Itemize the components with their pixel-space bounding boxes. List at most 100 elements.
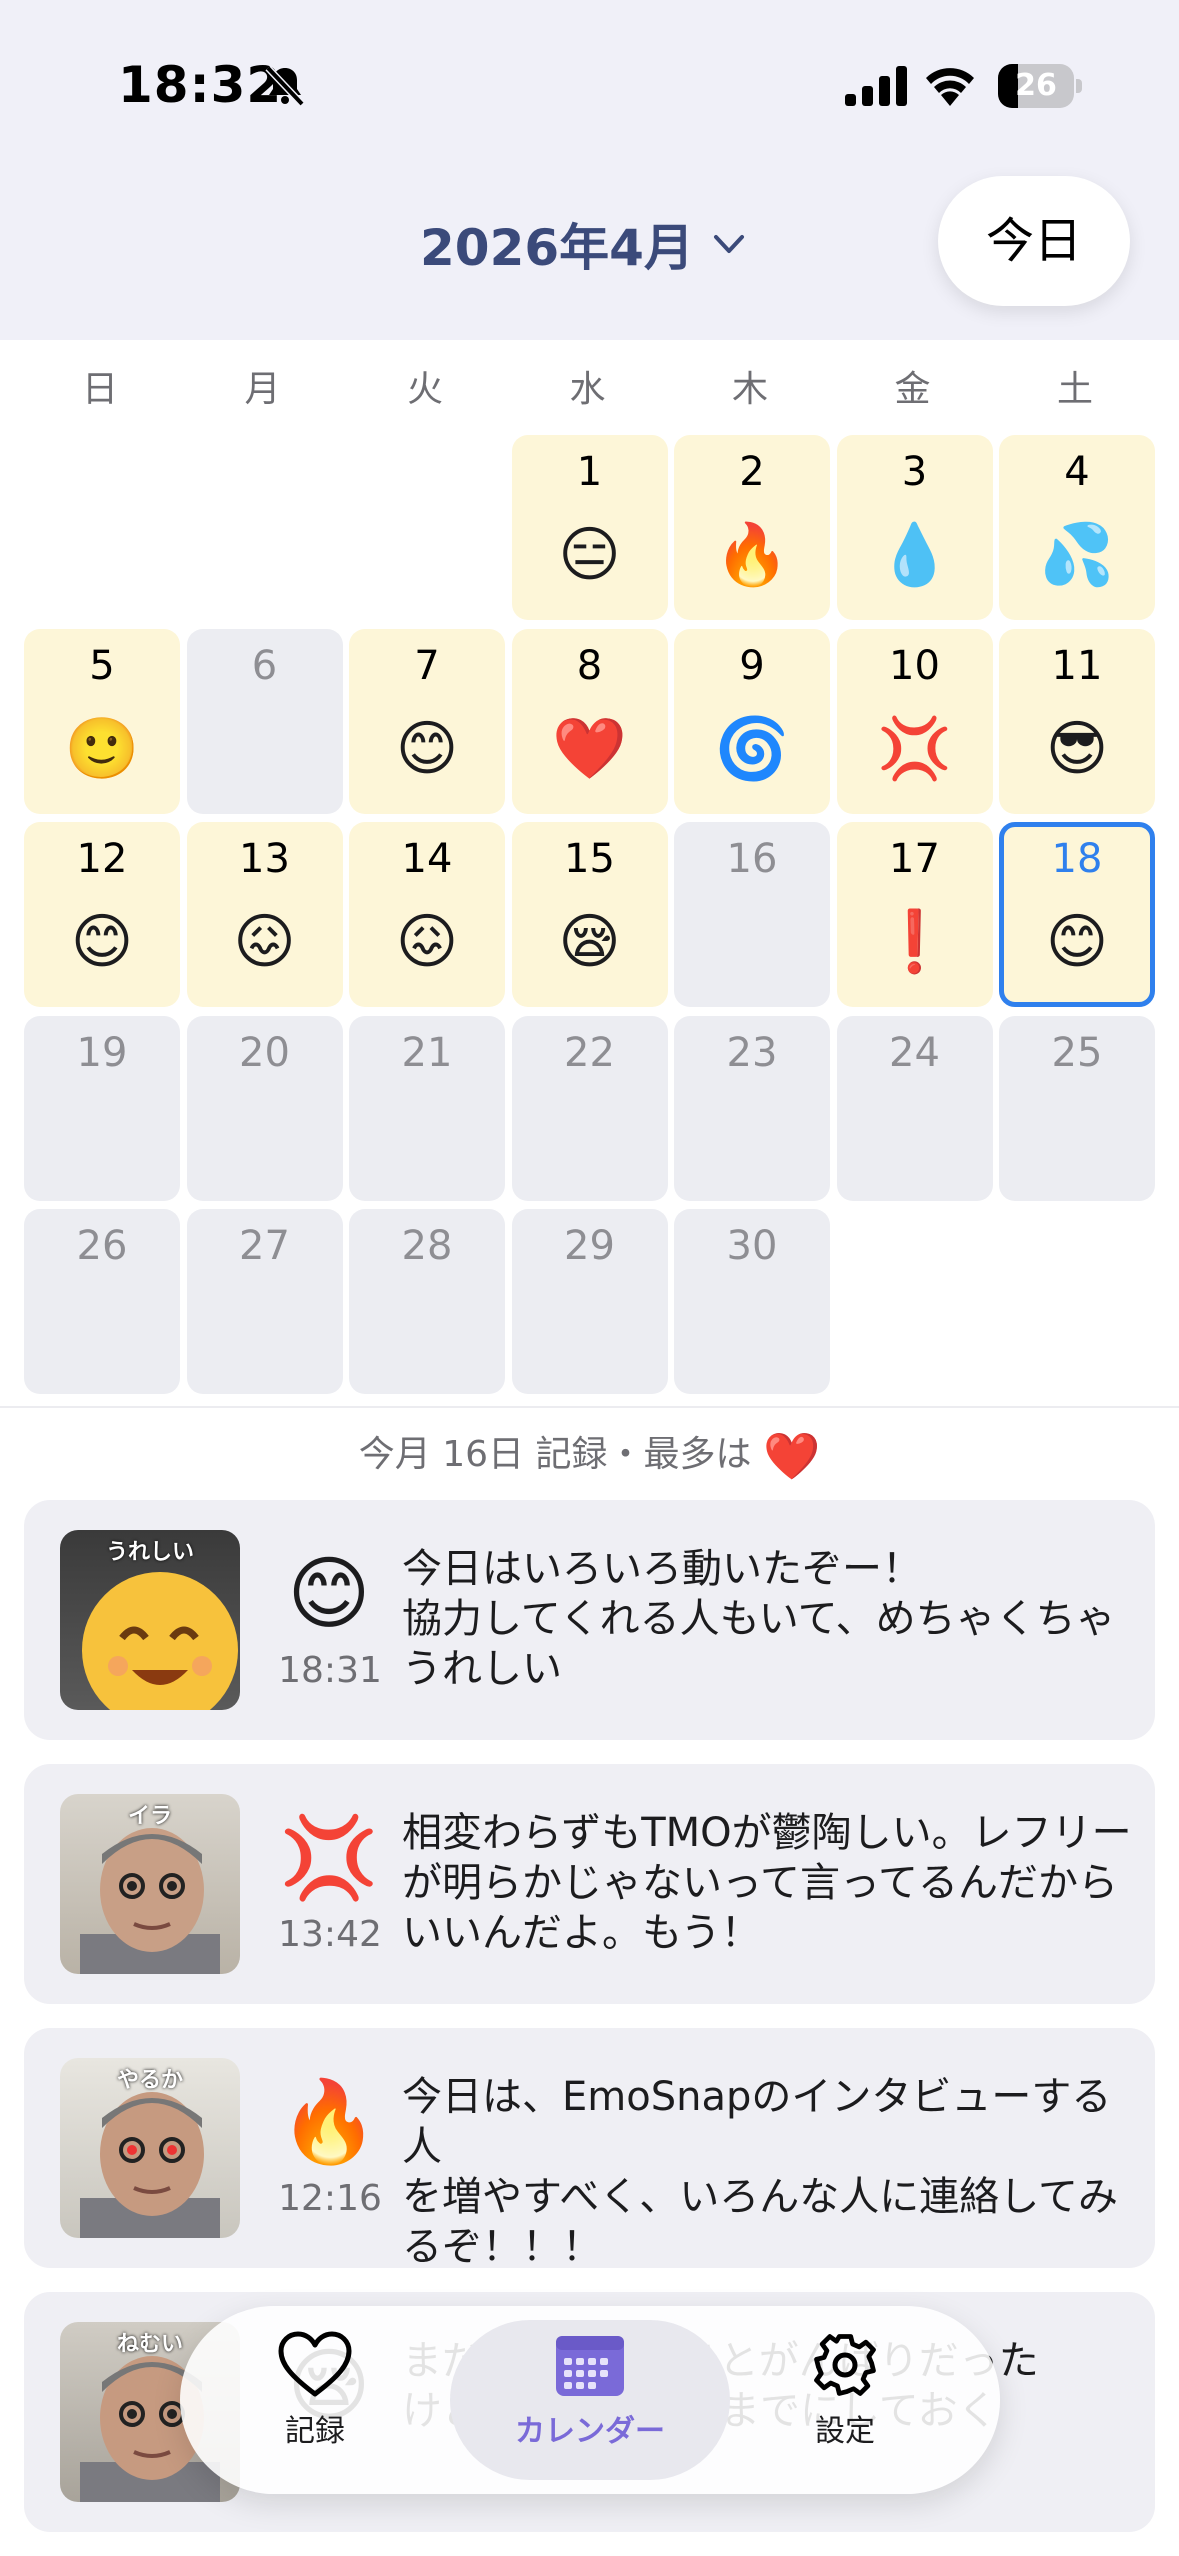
day-mood-emoji: 💧 <box>877 520 952 590</box>
tab-bar: 記録 カレンダー 設定 <box>180 2306 1000 2494</box>
day-mood-emoji: ❤️ <box>552 713 627 784</box>
day-mood-emoji: 😊 <box>70 907 134 977</box>
photo-caption: やるか <box>116 2068 183 2093</box>
day-number: 5 <box>89 642 115 689</box>
day-cell-3[interactable]: 3 💧 <box>836 435 993 620</box>
day-cell-15[interactable]: 15 😪 <box>511 822 668 1007</box>
day-cell-27[interactable]: 27 <box>186 1209 343 1394</box>
photo-caption: うれしい <box>105 1540 194 1565</box>
day-cell-6[interactable]: 6 <box>186 628 343 814</box>
day-cell-8[interactable]: 8 ❤️ <box>511 628 668 814</box>
day-cell-5[interactable]: 5 🙂 <box>24 628 180 814</box>
day-number: 21 <box>401 1029 453 1076</box>
day-number: 14 <box>401 836 453 882</box>
day-cell-11[interactable]: 11 😎 <box>999 628 1155 814</box>
entry-card[interactable]: イラ 💢 13:42 相変わらずもTMOが鬱陶しい。レフリー が明らかじゃないって言っ… <box>24 1764 1155 2004</box>
day-number: 24 <box>889 1029 940 1076</box>
day-cell-1[interactable]: 1 😑 <box>511 435 668 620</box>
tab-calendar-label: カレンダー <box>515 2414 665 2449</box>
month-summary: 今月 16日 記録・最多は ❤️ <box>0 1420 1179 1491</box>
day-cell-25[interactable]: 25 <box>999 1015 1155 1201</box>
day-number: 23 <box>726 1029 778 1076</box>
day-cell-10[interactable]: 10 💢 <box>836 628 993 814</box>
day-cell-9[interactable]: 9 🌀 <box>674 628 830 814</box>
tab-record[interactable]: 記録 <box>215 2330 415 2470</box>
day-number: 9 <box>739 642 765 689</box>
day-number: 22 <box>564 1029 615 1076</box>
day-number: 29 <box>564 1223 615 1269</box>
day-cell-7[interactable]: 7 😊 <box>349 628 505 814</box>
day-cell-22[interactable]: 22 <box>511 1015 668 1201</box>
day-mood-emoji: 😑 <box>558 520 621 590</box>
heart-icon <box>278 2331 352 2397</box>
day-number: 4 <box>1064 449 1090 495</box>
day-number: 16 <box>726 836 778 882</box>
day-number: 25 <box>1051 1029 1103 1076</box>
entry-mood-emoji: 🔥 <box>279 2075 379 2168</box>
day-number: 1 <box>576 449 603 495</box>
day-number: 2 <box>739 449 765 495</box>
day-cell-24[interactable]: 24 <box>836 1015 993 1201</box>
day-mood-emoji: 😊 <box>395 713 459 784</box>
day-mood-emoji: 💦 <box>1039 520 1115 590</box>
day-cell-17[interactable]: 17 ❗ <box>836 822 993 1007</box>
divider <box>0 1406 1179 1408</box>
day-cell-16[interactable]: 16 <box>674 822 830 1007</box>
day-mood-emoji: 💢 <box>877 713 952 784</box>
entry-mood-emoji: 😊 <box>287 1547 371 1640</box>
day-number: 8 <box>576 642 603 689</box>
day-number: 20 <box>239 1029 290 1076</box>
entry-text: 相変わらずもTMOが鬱陶しい。レフリー が明らかじゃないって言ってるんだから い… <box>402 1810 1132 1956</box>
day-number: 19 <box>76 1029 128 1076</box>
entry-time: 12:16 <box>278 2178 382 2219</box>
day-cell-2[interactable]: 2 🔥 <box>674 435 830 620</box>
tab-record-label: 記録 <box>285 2414 345 2449</box>
day-cell-23[interactable]: 23 <box>674 1015 830 1201</box>
entry-mood-emoji: 💢 <box>279 1811 379 1904</box>
day-cell-18[interactable]: 18 😊 <box>999 822 1155 1007</box>
day-number: 30 <box>726 1223 778 1269</box>
day-cell-30[interactable]: 30 <box>674 1209 830 1394</box>
day-number: 18 <box>1051 836 1103 882</box>
day-mood-emoji: ❗ <box>877 907 952 977</box>
calendar-grid: 1 😑 2 🔥 3 💧 4 💦 5 🙂 6 7 😊 8 ❤️ 9 🌀 10 💢 11 😎 12 😊 13 😖 14 😖 15 😪 16 17… <box>0 0 1179 1400</box>
entry-photo: うれしい <box>60 1530 240 1710</box>
day-mood-emoji: 🔥 <box>714 520 790 590</box>
day-mood-emoji: 🙂 <box>64 713 140 784</box>
day-number: 3 <box>901 449 928 495</box>
day-number: 7 <box>414 642 440 689</box>
entry-text: 今日は、EmoSnapのインタビューする人 を増やすべく、いろんな人に連絡してみ… <box>402 2074 1118 2270</box>
day-cell-21[interactable]: 21 <box>349 1015 505 1201</box>
day-cell-12[interactable]: 12 😊 <box>24 822 180 1007</box>
entry-card[interactable]: やるか 🔥 12:16 今日は、EmoSnapのインタビューする人 を増やすべく、いろ… <box>24 2028 1155 2270</box>
tab-settings-label: 設定 <box>815 2414 875 2449</box>
tab-calendar[interactable]: カレンダー <box>490 2330 690 2470</box>
day-number: 12 <box>76 836 128 882</box>
day-mood-emoji: 😪 <box>558 907 621 977</box>
day-cell-4[interactable]: 4 💦 <box>999 435 1155 620</box>
summary-text: 今月 16日 記録・最多は <box>358 1434 752 1475</box>
entry-photo: イラ <box>60 1794 240 1974</box>
day-number: 27 <box>239 1223 290 1269</box>
calendar-icon <box>556 2336 624 2396</box>
day-cell-26[interactable]: 26 <box>24 1209 180 1394</box>
day-cell-29[interactable]: 29 <box>511 1209 668 1394</box>
day-number: 13 <box>239 836 290 882</box>
day-number: 11 <box>1051 642 1103 689</box>
day-number: 17 <box>889 836 940 882</box>
photo-caption: イラ <box>127 1804 172 1829</box>
day-cell-19[interactable]: 19 <box>24 1015 180 1201</box>
day-mood-emoji: 🌀 <box>714 713 790 784</box>
tab-settings[interactable]: 設定 <box>745 2330 945 2470</box>
entry-card[interactable]: うれしい 😊 18:31 今日はいろいろ動いたぞー！ 協力してくれる人もいて、めちゃく… <box>24 1500 1155 1740</box>
day-cell-28[interactable]: 28 <box>349 1209 505 1394</box>
day-number: 26 <box>76 1223 128 1269</box>
day-mood-emoji: 😊 <box>1045 907 1109 977</box>
day-cell-20[interactable]: 20 <box>186 1015 343 1201</box>
day-cell-13[interactable]: 13 😖 <box>186 822 343 1007</box>
summary-top-emoji: ❤️ <box>762 1429 821 1483</box>
day-mood-emoji: 😎 <box>1045 713 1109 784</box>
day-cell-14[interactable]: 14 😖 <box>349 822 505 1007</box>
entry-text: 今日はいろいろ動いたぞー！ 協力してくれる人もいて、めちゃくちゃ うれしい <box>402 1546 1116 1692</box>
day-mood-emoji: 😖 <box>233 907 296 977</box>
